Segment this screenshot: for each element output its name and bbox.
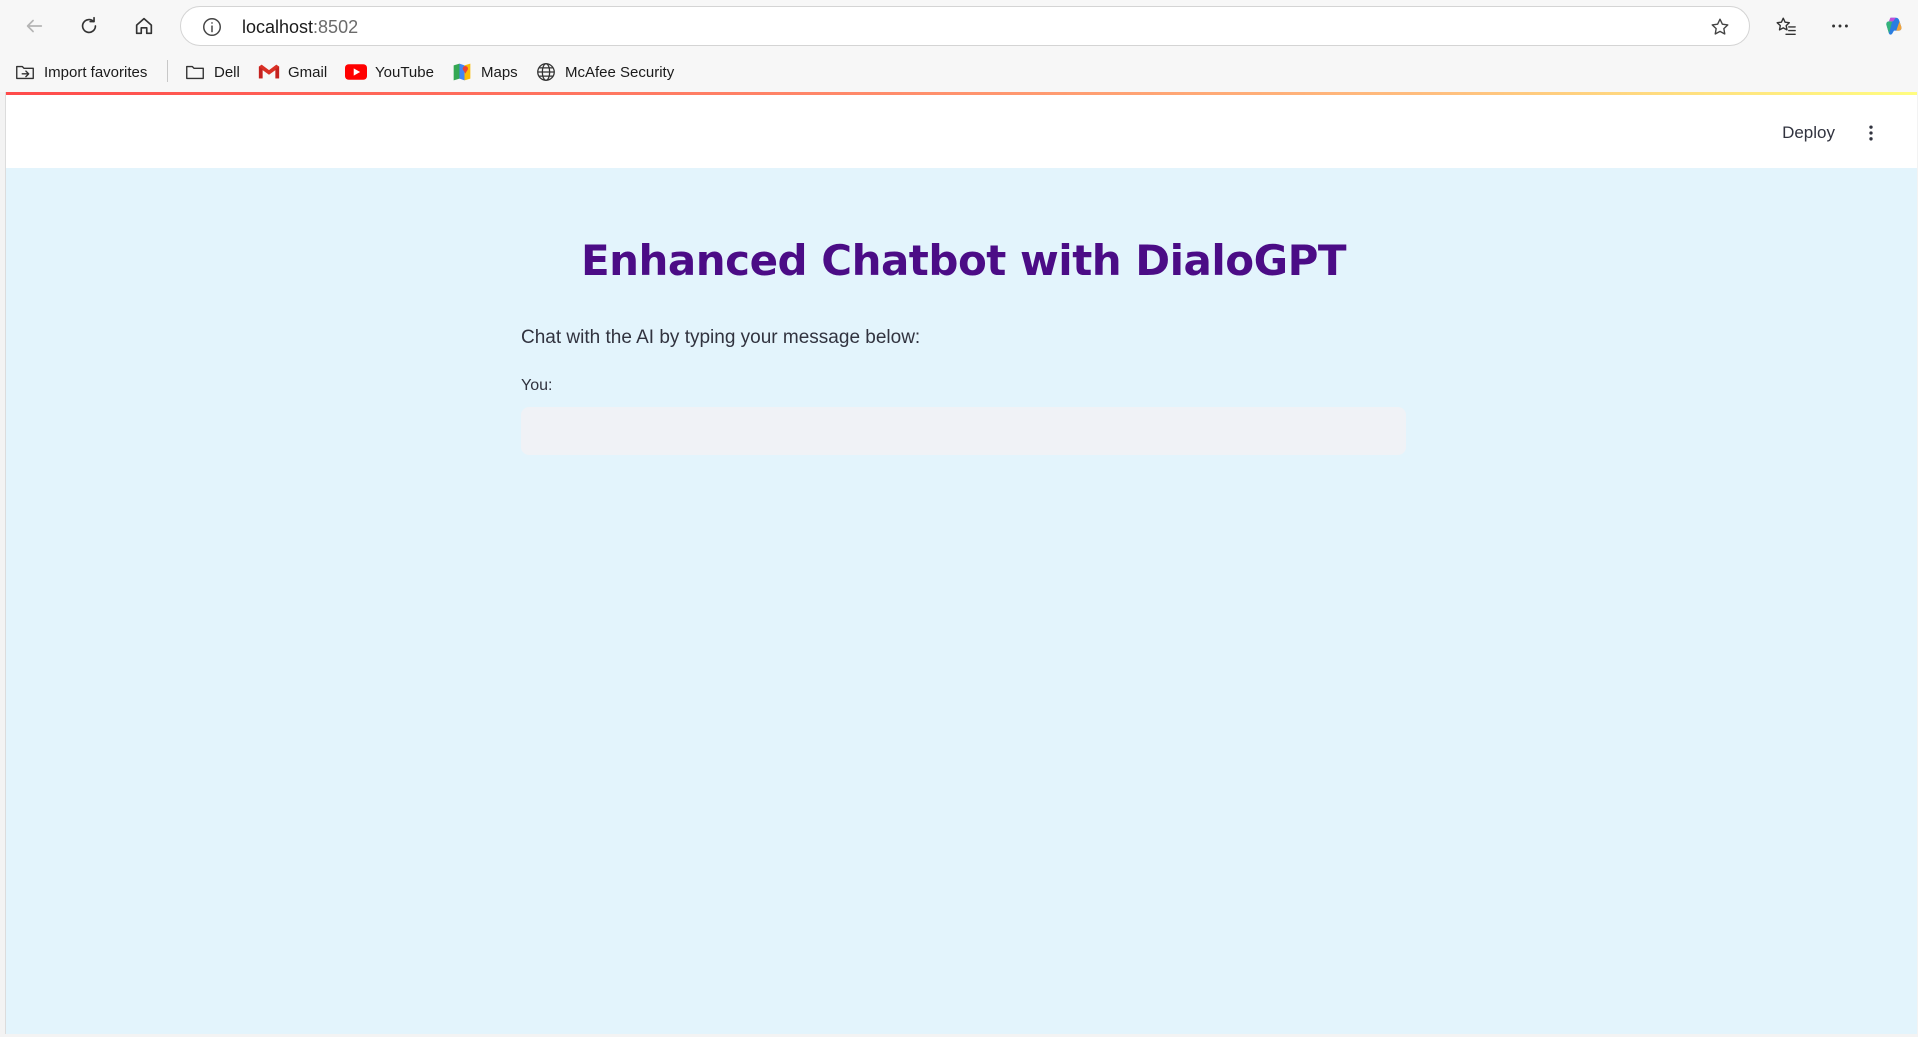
favorite-youtube[interactable]: YouTube [345,60,434,84]
main-menu-button[interactable] [1853,115,1889,151]
home-icon [135,17,153,35]
favorite-label: Maps [481,63,518,81]
chat-input-label: You: [521,377,553,394]
url-port: :8502 [313,17,359,37]
youtube-icon [345,61,367,83]
chat-input-field[interactable] [521,407,1406,455]
favorite-label: Dell [214,63,240,81]
reload-icon [81,16,97,34]
favorites-button[interactable] [1768,8,1804,44]
url-text[interactable]: localhost:8502 [242,17,358,38]
maps-icon [451,61,473,83]
address-bar[interactable]: localhost:8502 [180,6,1750,46]
favorite-label: Gmail [288,63,328,81]
back-arrow-icon [26,19,43,33]
settings-more-button[interactable] [1822,8,1858,44]
instruction-text: Chat with the AI by typing your message … [521,327,921,348]
favorite-gmail[interactable]: Gmail [258,60,327,84]
page-viewport: Deploy Enhanced Chatbot with DialoGPT Ch… [5,92,1917,1034]
favorite-maps[interactable]: Maps [451,60,518,84]
favorite-import-favorites[interactable]: Import favorites [14,60,147,84]
site-info-icon[interactable] [201,16,223,38]
add-favorite-star-icon[interactable] [1709,16,1731,38]
favorites-star-list-icon [1776,17,1796,35]
url-host: localhost [242,17,314,37]
favorite-label: Import favorites [44,63,148,81]
favorites-separator [167,60,168,82]
browser-toolbar: localhost:8502 [0,0,1918,52]
globe-icon [535,61,557,83]
gmail-icon [258,61,280,83]
folder-icon [184,61,206,83]
favorite-label: McAfee Security [565,63,675,81]
home-button[interactable] [126,8,162,44]
page-title: Enhanced Chatbot with DialoGPT [580,236,1347,285]
main-content: Enhanced Chatbot with DialoGPT Chat with… [521,168,1406,455]
import-favorites-icon [14,61,36,83]
favorite-dell[interactable]: Dell [184,60,240,84]
favorite-label: YouTube [375,63,434,81]
deploy-button[interactable]: Deploy [1776,119,1841,147]
more-vertical-icon [1869,125,1873,141]
back-button[interactable] [16,8,52,44]
more-horizontal-icon [1832,24,1848,28]
copilot-icon [1886,17,1902,35]
favorite-mcafee-security[interactable]: McAfee Security [535,60,674,84]
reload-button[interactable] [71,8,107,44]
app-header: Deploy [6,95,1917,168]
copilot-button[interactable] [1876,8,1912,44]
